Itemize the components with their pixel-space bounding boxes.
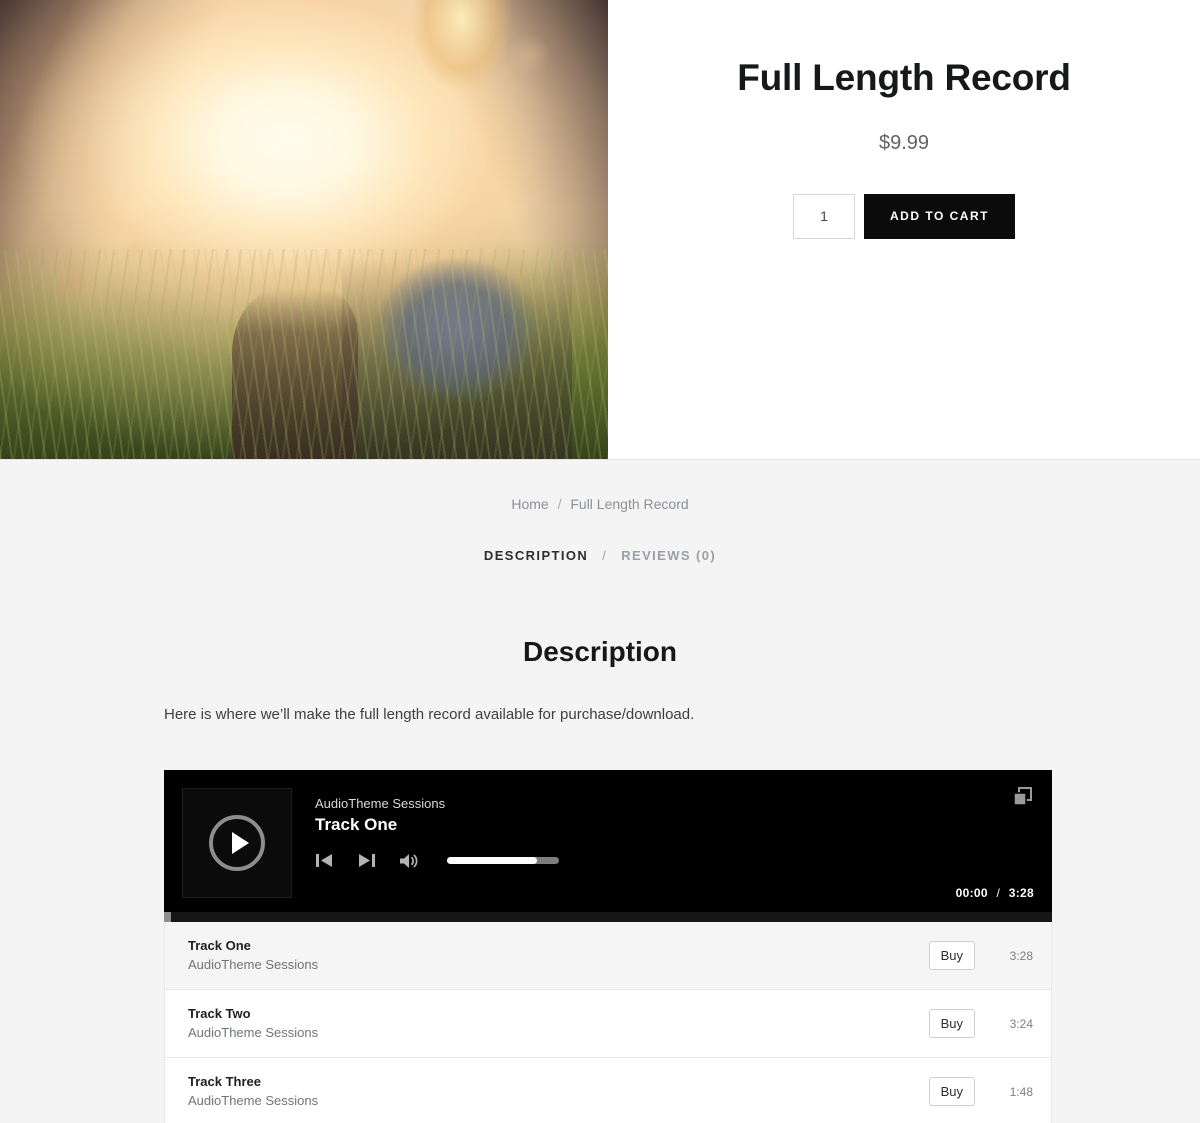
quantity-input[interactable] <box>793 193 856 239</box>
playlist-toggle-icon[interactable] <box>1012 786 1034 808</box>
volume-slider-fill <box>447 857 537 864</box>
product-top-section: Full Length Record $9.99 ADD TO CART <box>0 0 1200 460</box>
track-info: Track One AudioTheme Sessions <box>188 937 929 975</box>
player-time-separator: / <box>996 886 1001 900</box>
play-triangle <box>231 832 249 854</box>
track-duration: 1:48 <box>1009 1084 1033 1099</box>
album-art-play-button[interactable] <box>182 788 292 898</box>
audio-player: AudioTheme Sessions Track One 00:00 / 3:… <box>164 770 1052 1123</box>
breadcrumb-separator: / <box>557 496 562 512</box>
tab-description[interactable]: DESCRIPTION <box>484 548 588 563</box>
buy-button[interactable]: Buy <box>928 1009 975 1038</box>
progress-bar[interactable] <box>164 912 1052 922</box>
breadcrumb: Home / Full Length Record <box>0 460 1200 512</box>
volume-slider[interactable] <box>447 857 559 864</box>
track-artist: AudioTheme Sessions <box>188 1024 319 1040</box>
table-row[interactable]: Track One AudioTheme Sessions Buy 3:28 <box>165 922 1051 990</box>
player-current-time: 00:00 <box>955 886 988 900</box>
tabs-separator: / <box>602 548 608 563</box>
player-track-title: Track One <box>315 815 398 835</box>
tab-reviews[interactable]: REVIEWS (0) <box>621 548 716 563</box>
player-now-playing: AudioTheme Sessions Track One <box>315 788 1034 922</box>
track-title: Track One <box>188 937 251 953</box>
table-row[interactable]: Track Two AudioTheme Sessions Buy 3:24 <box>165 990 1051 1058</box>
product-page: Full Length Record $9.99 ADD TO CART Hom… <box>0 0 1200 1123</box>
product-tabs: DESCRIPTION / REVIEWS (0) <box>0 548 1200 563</box>
product-gallery[interactable] <box>0 0 608 459</box>
tracklist: Track One AudioTheme Sessions Buy 3:28 T… <box>164 922 1052 1123</box>
track-info: Track Three AudioTheme Sessions <box>188 1073 929 1111</box>
play-icon <box>209 815 265 871</box>
audio-player-header: AudioTheme Sessions Track One 00:00 / 3:… <box>164 770 1052 922</box>
track-title: Track Two <box>188 1005 251 1021</box>
track-info: Track Two AudioTheme Sessions <box>188 1005 929 1043</box>
player-controls <box>315 850 1034 872</box>
product-image-lens-flare <box>0 0 608 459</box>
next-track-icon[interactable] <box>357 850 381 872</box>
player-total-time: 3:28 <box>1008 886 1034 900</box>
breadcrumb-current: Full Length Record <box>570 496 689 512</box>
player-artist: AudioTheme Sessions <box>315 796 446 811</box>
table-row[interactable]: Track Three AudioTheme Sessions Buy 1:48 <box>165 1058 1051 1123</box>
product-price: $9.99 <box>878 131 930 154</box>
track-artist: AudioTheme Sessions <box>188 956 319 972</box>
buy-button[interactable]: Buy <box>928 1077 975 1106</box>
player-time-display: 00:00 / 3:28 <box>956 886 1034 900</box>
breadcrumb-home-link[interactable]: Home <box>511 496 548 512</box>
description-heading: Description <box>522 636 678 667</box>
track-title: Track Three <box>188 1073 261 1089</box>
product-summary: Full Length Record $9.99 ADD TO CART <box>608 0 1200 459</box>
buy-button[interactable]: Buy <box>928 941 975 970</box>
previous-track-icon[interactable] <box>315 850 339 872</box>
progress-handle[interactable] <box>164 912 171 922</box>
track-duration: 3:28 <box>1009 948 1033 963</box>
track-artist: AudioTheme Sessions <box>188 1092 319 1108</box>
track-duration: 3:24 <box>1009 1016 1033 1031</box>
add-to-cart-form: ADD TO CART <box>608 193 1200 239</box>
description-body: Here is where we’ll make the full length… <box>164 706 695 723</box>
page-title: Full Length Record <box>737 57 1071 98</box>
add-to-cart-button[interactable]: ADD TO CART <box>864 193 1015 239</box>
volume-icon[interactable] <box>399 850 423 872</box>
